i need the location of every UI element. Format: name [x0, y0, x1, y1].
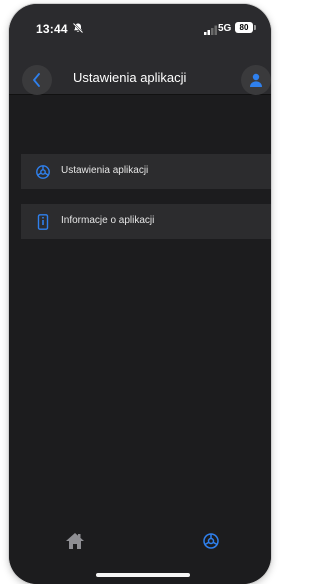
- menu-item-app-settings[interactable]: Ustawienia aplikacji: [21, 154, 271, 189]
- person-icon: [250, 73, 262, 87]
- battery-level: 80: [235, 22, 253, 33]
- phone-info-icon: [37, 214, 49, 230]
- page-title: Ustawienia aplikacji: [73, 70, 187, 85]
- phone-screen: 13:44 5G 80 Ustawienia aplikacji Ustawie…: [9, 4, 271, 584]
- status-time: 13:44: [36, 22, 68, 36]
- menu-item-label: Informacje o aplikacji: [61, 215, 155, 226]
- signal-icon: [204, 25, 217, 35]
- home-indicator: [96, 573, 190, 577]
- chevron-left-icon: [33, 73, 40, 87]
- profile-button[interactable]: [241, 65, 271, 95]
- menu-item-label: Ustawienia aplikacji: [61, 165, 149, 176]
- gear-icon: [36, 165, 50, 179]
- home-icon[interactable]: [64, 530, 86, 552]
- back-button[interactable]: [22, 65, 52, 95]
- gear-icon[interactable]: [202, 532, 220, 550]
- battery-tip: [254, 25, 256, 30]
- menu-item-app-info[interactable]: Informacje o aplikacji: [21, 204, 271, 239]
- bell-off-icon: [72, 22, 84, 34]
- network-type: 5G: [218, 23, 232, 34]
